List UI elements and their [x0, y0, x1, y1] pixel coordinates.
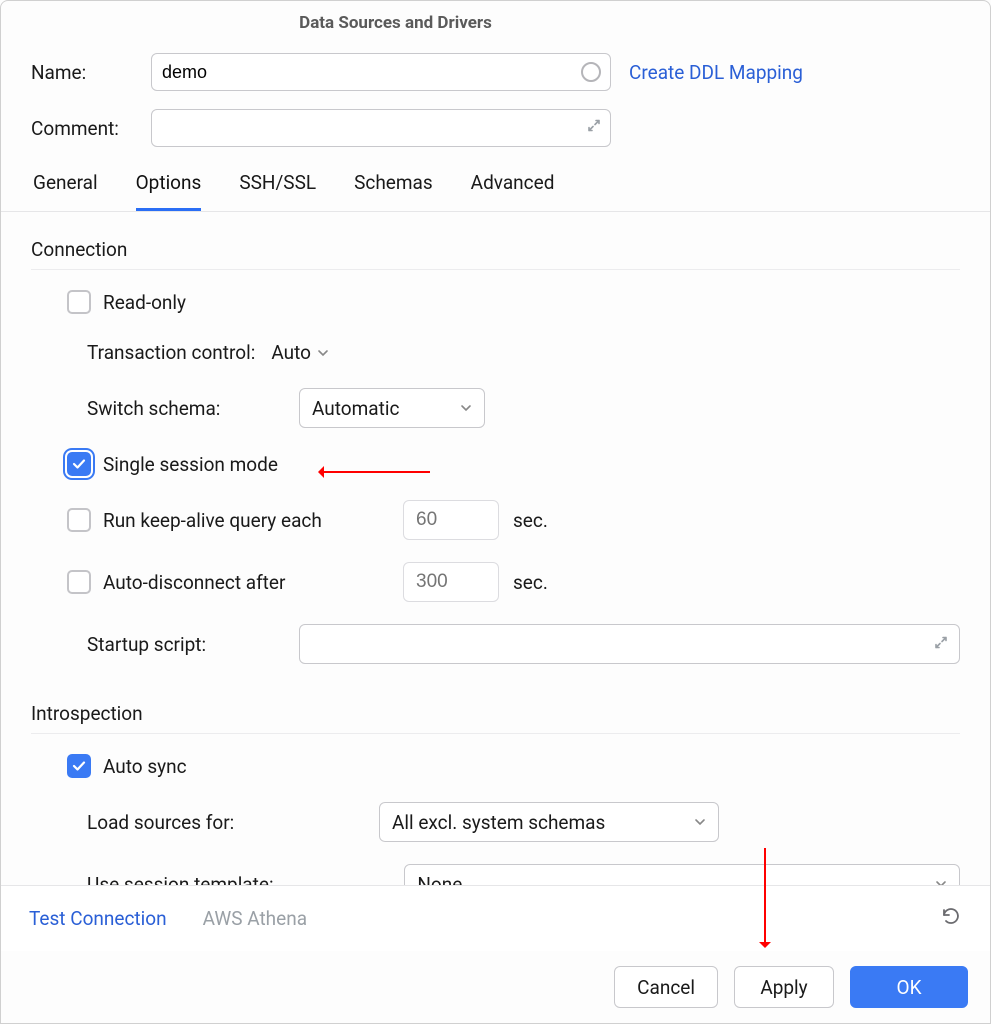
dialog-titlebar: Data Sources and Drivers: [1, 1, 990, 45]
tab-schemas[interactable]: Schemas: [354, 171, 433, 211]
create-ddl-mapping-link[interactable]: Create DDL Mapping: [629, 61, 803, 84]
connection-divider: [31, 269, 960, 270]
keepalive-label: Run keep-alive query each: [103, 509, 403, 532]
tab-advanced[interactable]: Advanced: [471, 171, 555, 211]
switch-schema-label: Switch schema:: [87, 397, 299, 420]
dialog-window: Data Sources and Drivers Name: Create DD…: [0, 0, 991, 1024]
tabstrip: General Options SSH/SSL Schemas Advanced: [31, 171, 960, 211]
name-input[interactable]: [151, 53, 611, 91]
startup-script-label: Startup script:: [87, 633, 299, 656]
comment-input[interactable]: [151, 109, 611, 147]
introspection-section-title: Introspection: [31, 702, 960, 725]
single-session-row: Single session mode: [67, 450, 960, 478]
autodisconnect-row: Auto-disconnect after sec.: [67, 562, 960, 602]
startup-script-row: Startup script:: [87, 624, 960, 664]
tx-control-select[interactable]: Auto: [271, 341, 329, 364]
revert-icon[interactable]: [940, 905, 962, 932]
tx-control-label: Transaction control:: [87, 341, 255, 364]
tab-ssh-ssl[interactable]: SSH/SSL: [239, 171, 316, 211]
autodisconnect-label: Auto-disconnect after: [103, 571, 403, 594]
keepalive-value[interactable]: [403, 500, 499, 540]
auto-sync-label: Auto sync: [103, 755, 187, 778]
comment-row: Comment:: [31, 109, 960, 147]
name-label: Name:: [31, 61, 151, 84]
switch-schema-row: Switch schema: Automatic: [87, 388, 960, 428]
button-bar: Cancel Apply OK: [1, 951, 990, 1023]
keepalive-checkbox[interactable]: [67, 508, 91, 532]
expand-icon: [586, 118, 602, 139]
tx-control-row: Transaction control: Auto: [87, 338, 960, 366]
test-connection-link[interactable]: Test Connection: [29, 907, 167, 930]
load-sources-label: Load sources for:: [87, 811, 379, 834]
footer-bar: Test Connection AWS Athena: [1, 885, 990, 951]
driver-name: AWS Athena: [203, 907, 307, 930]
dialog-title: Data Sources and Drivers: [299, 13, 492, 33]
name-row: Name: Create DDL Mapping: [31, 53, 960, 91]
chevron-down-icon: [694, 816, 706, 828]
tab-options[interactable]: Options: [136, 171, 202, 211]
chevron-down-icon: [460, 402, 472, 414]
dialog-content: Name: Create DDL Mapping Comment: Genera…: [1, 45, 990, 904]
annotation-arrow-down: [764, 848, 766, 944]
tab-general[interactable]: General: [33, 171, 98, 211]
comment-label: Comment:: [31, 117, 151, 140]
chevron-down-icon: [317, 341, 329, 364]
introspection-divider: [31, 733, 960, 734]
apply-button[interactable]: Apply: [734, 966, 834, 1008]
switch-schema-select[interactable]: Automatic: [299, 388, 485, 428]
keepalive-sec: sec.: [513, 509, 548, 532]
single-session-checkbox[interactable]: [67, 452, 91, 476]
startup-script-input[interactable]: [299, 624, 960, 664]
name-input-wrapper: [151, 53, 611, 91]
load-sources-select[interactable]: All excl. system schemas: [379, 802, 719, 842]
load-sources-value: All excl. system schemas: [392, 811, 605, 834]
single-session-label: Single session mode: [103, 453, 278, 476]
load-sources-row: Load sources for: All excl. system schem…: [87, 802, 960, 842]
cancel-button[interactable]: Cancel: [614, 966, 718, 1008]
autodisconnect-checkbox[interactable]: [67, 570, 91, 594]
ok-button[interactable]: OK: [850, 966, 968, 1008]
auto-sync-row: Auto sync: [67, 752, 960, 780]
annotation-arrow-left: [322, 471, 430, 473]
color-picker-icon[interactable]: [581, 62, 601, 82]
expand-icon: [933, 633, 949, 656]
auto-sync-checkbox[interactable]: [67, 754, 91, 778]
autodisconnect-value[interactable]: [403, 562, 499, 602]
tx-control-value: Auto: [271, 341, 311, 364]
read-only-checkbox[interactable]: [67, 290, 91, 314]
connection-section-title: Connection: [31, 238, 960, 261]
keepalive-row: Run keep-alive query each sec.: [67, 500, 960, 540]
autodisconnect-sec: sec.: [513, 571, 548, 594]
read-only-label: Read-only: [103, 291, 186, 314]
switch-schema-value: Automatic: [312, 397, 399, 420]
read-only-row: Read-only: [67, 288, 960, 316]
tabs-divider: [1, 211, 990, 212]
